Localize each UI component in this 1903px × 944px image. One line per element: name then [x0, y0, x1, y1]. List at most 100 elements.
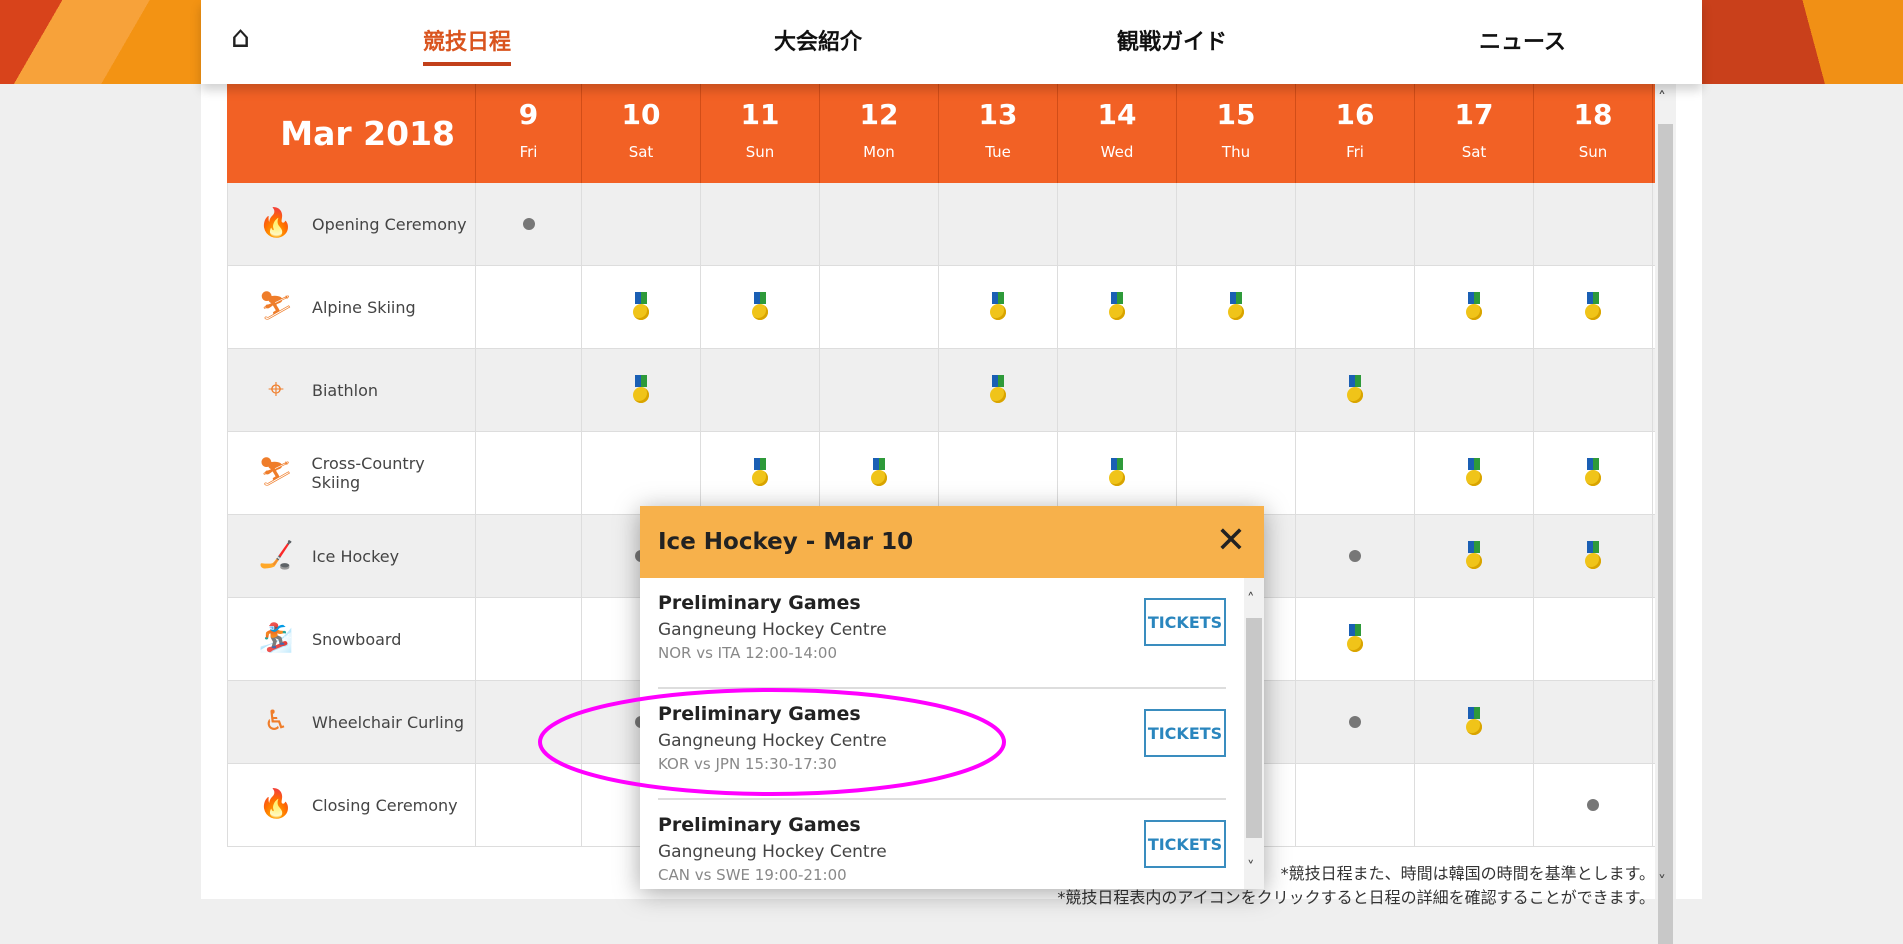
schedule-cell[interactable]	[1058, 266, 1177, 348]
sport-label: Opening Ceremony	[312, 214, 467, 234]
schedule-cell	[582, 183, 701, 265]
schedule-cell[interactable]	[1296, 598, 1415, 680]
schedule-cell[interactable]	[1415, 681, 1534, 763]
scroll-down-icon[interactable]: ˅	[1658, 872, 1666, 891]
event-dot-icon[interactable]	[522, 218, 535, 230]
event-dot-icon[interactable]	[1349, 550, 1361, 562]
schedule-cell[interactable]	[1296, 681, 1415, 763]
page-scrollbar[interactable]: ˄ ˅	[1655, 84, 1676, 944]
medal-icon[interactable]	[1465, 292, 1483, 322]
scroll-up-icon[interactable]: ˄	[1658, 88, 1666, 107]
game-match-time: CAN vs SWE 19:00-21:00	[658, 866, 847, 884]
schedule-cell	[1534, 598, 1653, 680]
medal-icon[interactable]	[1108, 458, 1126, 488]
nav-item-about[interactable]: 大会紹介	[774, 24, 862, 56]
game-match-time: KOR vs JPN 15:30-17:30	[658, 755, 837, 773]
schedule-cell[interactable]	[1534, 432, 1653, 514]
sport-label: Closing Ceremony	[312, 795, 458, 815]
nav-item-schedule[interactable]: 競技日程	[423, 24, 512, 66]
schedule-cell[interactable]	[701, 266, 820, 348]
sport-label: Ice Hockey	[312, 546, 400, 566]
weekday: Wed	[1100, 143, 1134, 161]
schedule-cell	[1534, 183, 1653, 265]
schedule-cell[interactable]	[582, 266, 701, 348]
sport-label: Cross-Country Skiing	[311, 454, 425, 492]
medal-icon[interactable]	[1346, 375, 1364, 405]
weekday: Sat	[1461, 143, 1487, 161]
schedule-cell	[1177, 432, 1296, 514]
nav-item-guide[interactable]: 観戦ガイド	[1117, 24, 1227, 56]
medal-icon[interactable]	[1465, 707, 1483, 737]
schedule-cell[interactable]	[701, 432, 820, 514]
schedule-cell[interactable]	[1177, 266, 1296, 348]
schedule-cell[interactable]	[1415, 266, 1534, 348]
date-column-header: 10 Sat	[582, 84, 701, 183]
schedule-cell[interactable]	[939, 266, 1058, 348]
header-decoration-right	[1702, 0, 1903, 84]
sport-name-cell: ♿ Wheelchair Curling	[227, 681, 476, 763]
sport-name-cell: ⛷ Cross-Country Skiing	[227, 432, 476, 514]
scrollbar-thumb[interactable]	[1658, 124, 1673, 944]
schedule-cell[interactable]	[476, 183, 582, 265]
sport-row: ⛷ Alpine Skiing	[227, 266, 1655, 349]
date-number: 17	[1454, 98, 1494, 131]
torch-icon: 🔥	[258, 206, 294, 239]
schedule-cell	[1058, 349, 1177, 431]
medal-icon[interactable]	[632, 292, 650, 322]
close-icon[interactable]: ✕	[1216, 520, 1246, 561]
event-dot-icon[interactable]	[1587, 799, 1599, 811]
medal-icon[interactable]	[751, 458, 769, 488]
popup-scroll-up-icon[interactable]: ˄	[1247, 590, 1255, 608]
medal-icon[interactable]	[1465, 458, 1483, 488]
medal-icon[interactable]	[751, 292, 769, 322]
sport-row: ⌖ Biathlon	[227, 349, 1655, 432]
popup-scroll-down-icon[interactable]: ˅	[1247, 858, 1255, 876]
medal-icon[interactable]	[989, 292, 1007, 322]
popup-scrollbar[interactable]: ˄ ˅	[1244, 578, 1264, 889]
medal-icon[interactable]	[632, 375, 650, 405]
biathlon-icon: ⌖	[268, 372, 284, 405]
schedule-cell[interactable]	[582, 349, 701, 431]
date-column-header: 11 Sun	[701, 84, 820, 183]
game-item: Preliminary Games Gangneung Hockey Centre…	[658, 689, 1226, 800]
schedule-cell[interactable]	[820, 432, 939, 514]
medal-icon[interactable]	[989, 375, 1007, 405]
medal-icon[interactable]	[1346, 624, 1364, 654]
popup-scrollbar-thumb[interactable]	[1246, 618, 1262, 838]
medal-icon[interactable]	[1108, 292, 1126, 322]
tickets-button[interactable]: TICKETS	[1144, 820, 1226, 868]
schedule-cell[interactable]	[1296, 349, 1415, 431]
schedule-cell[interactable]	[1534, 515, 1653, 597]
torch-icon: 🔥	[258, 787, 294, 820]
medal-icon[interactable]	[1465, 541, 1483, 571]
date-number: 18	[1573, 98, 1613, 131]
medal-icon[interactable]	[1584, 292, 1602, 322]
sport-name-cell: 🔥 Closing Ceremony	[227, 764, 476, 846]
tickets-button[interactable]: TICKETS	[1144, 598, 1226, 646]
medal-icon[interactable]	[1584, 541, 1602, 571]
schedule-cell[interactable]	[939, 349, 1058, 431]
weekday: Mon	[863, 143, 895, 161]
nav-item-news[interactable]: ニュース	[1479, 24, 1566, 56]
home-icon[interactable]: ⌂	[231, 20, 250, 55]
schedule-cell[interactable]	[1534, 266, 1653, 348]
schedule-cell[interactable]	[1415, 515, 1534, 597]
schedule-cell	[820, 266, 939, 348]
medal-icon[interactable]	[1227, 292, 1245, 322]
sport-name-cell: 🏂 Snowboard	[227, 598, 476, 680]
schedule-cell	[1415, 183, 1534, 265]
tickets-button[interactable]: TICKETS	[1144, 709, 1226, 757]
schedule-cell	[476, 681, 582, 763]
game-title: Preliminary Games	[658, 592, 861, 614]
medal-icon[interactable]	[1584, 458, 1602, 488]
schedule-cell	[476, 598, 582, 680]
schedule-cell[interactable]	[1296, 515, 1415, 597]
weekday: Sat	[628, 143, 654, 161]
wheelchair-curling-icon: ♿	[263, 704, 289, 737]
schedule-cell[interactable]	[1415, 432, 1534, 514]
schedule-cell[interactable]	[1058, 432, 1177, 514]
schedule-cell[interactable]	[1534, 764, 1653, 846]
event-dot-icon[interactable]	[1349, 716, 1361, 728]
weekday: Sun	[1578, 143, 1608, 161]
medal-icon[interactable]	[870, 458, 888, 488]
